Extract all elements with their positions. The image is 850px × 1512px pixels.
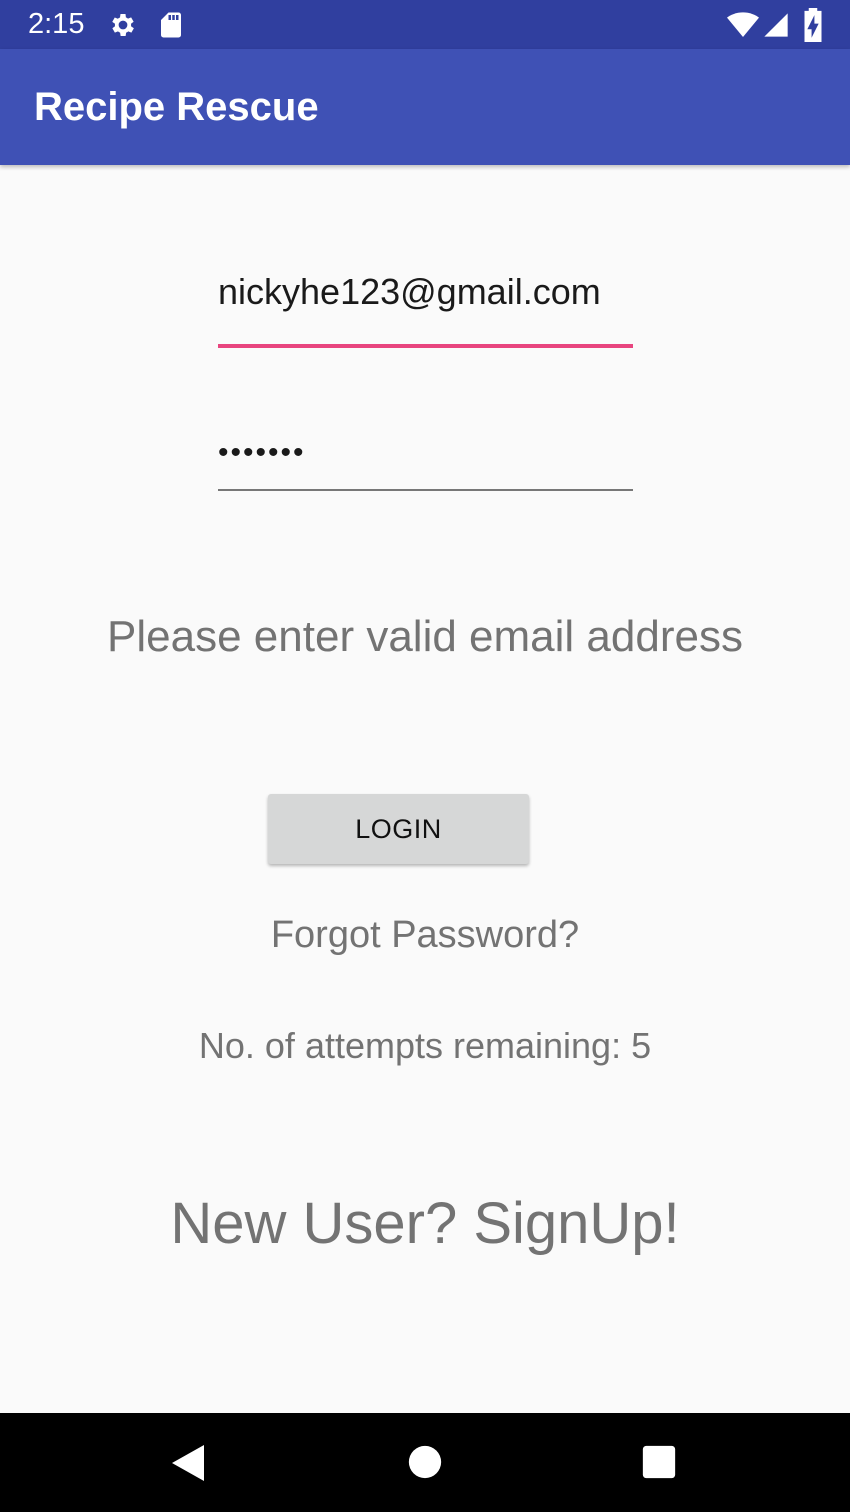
app-bar: Recipe Rescue bbox=[0, 49, 850, 165]
app-title: Recipe Rescue bbox=[34, 85, 319, 129]
email-field[interactable]: nickyhe123@gmail.com bbox=[218, 265, 633, 351]
forgot-password-link[interactable]: Forgot Password? bbox=[0, 914, 850, 957]
home-icon[interactable] bbox=[408, 1445, 442, 1479]
email-field-value: nickyhe123@gmail.com bbox=[218, 271, 601, 312]
status-bar: 2:15 bbox=[0, 0, 850, 49]
sd-card-icon bbox=[161, 12, 181, 38]
status-time: 2:15 bbox=[28, 8, 85, 40]
wifi-icon bbox=[727, 12, 759, 38]
password-field-underline bbox=[218, 489, 633, 491]
navigation-bar bbox=[0, 1413, 850, 1512]
recents-icon[interactable] bbox=[642, 1445, 676, 1479]
cell-signal-icon bbox=[764, 13, 788, 37]
login-button[interactable]: LOGIN bbox=[268, 794, 529, 864]
password-field-value: ••••••• bbox=[218, 436, 306, 469]
email-field-underline bbox=[218, 344, 633, 348]
attempts-remaining-text: No. of attempts remaining: 5 bbox=[198, 1025, 652, 1066]
settings-gear-icon bbox=[112, 14, 134, 36]
signup-link[interactable]: New User? SignUp! bbox=[0, 1190, 850, 1257]
error-message: Please enter valid email address bbox=[107, 612, 743, 661]
password-field[interactable]: ••••••• bbox=[218, 430, 633, 494]
back-icon[interactable] bbox=[170, 1443, 206, 1483]
battery-charging-icon bbox=[804, 8, 822, 42]
